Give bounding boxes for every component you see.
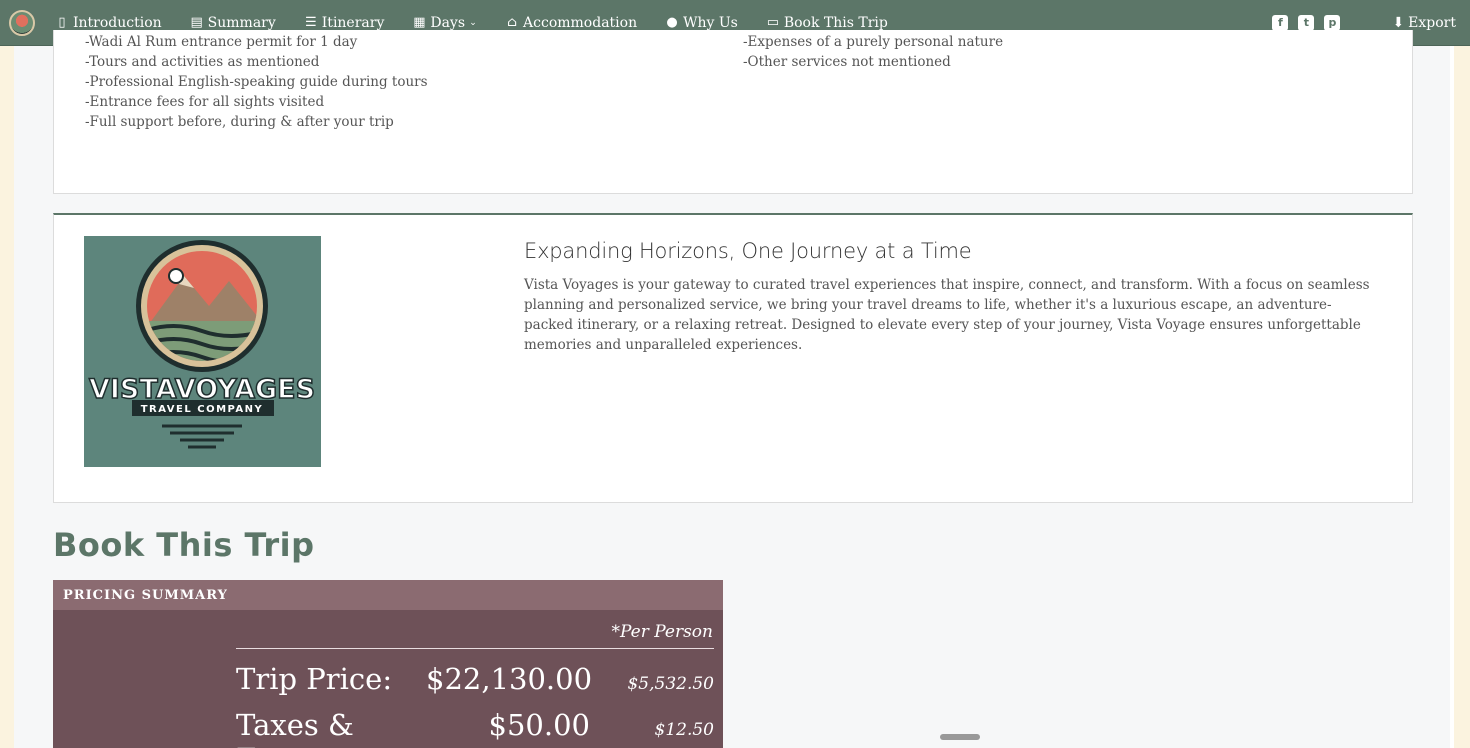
- list-icon: ☰: [304, 15, 317, 30]
- nav-itinerary-label: Itinerary: [321, 14, 385, 31]
- list-item: -Full support before, during & after you…: [85, 114, 394, 130]
- list-item: -Professional English-speaking guide dur…: [85, 74, 428, 90]
- chevron-down-icon: ⌄: [469, 17, 477, 28]
- export-label: Export: [1408, 14, 1456, 31]
- company-about-panel: VISTAVOYAGES TRAVEL COMPANY Expanding Ho…: [53, 213, 1413, 503]
- scroll-handle[interactable]: [940, 734, 980, 740]
- list-item: -Other services not mentioned: [743, 54, 951, 70]
- twitter-icon[interactable]: t: [1298, 14, 1315, 31]
- about-body: Vista Voyages is your gateway to curated…: [524, 277, 1370, 353]
- price-row-trip: Trip Price: $22,130.00 $5,532.50: [236, 662, 714, 702]
- list-item: -Expenses of a purely personal nature: [743, 34, 1004, 50]
- nav-book-this-trip-label: Book This Trip: [783, 14, 888, 31]
- price-row-taxes: Taxes & Fees: $50.00 $12.50: [236, 708, 714, 748]
- price-label: Taxes & Fees:: [236, 708, 354, 748]
- nav-summary-label: Summary: [207, 14, 276, 31]
- comment-icon: ●: [666, 15, 678, 30]
- includes-panel: -Wadi Al Rum entrance permit for 1 day -…: [53, 30, 1413, 194]
- export-button[interactable]: ⬇ Export: [1392, 15, 1456, 31]
- included-list: -Wadi Al Rum entrance permit for 1 day -…: [85, 32, 428, 132]
- list-item: -Entrance fees for all sights visited: [85, 94, 325, 110]
- credit-card-icon: ▭: [766, 15, 779, 30]
- company-logo: VISTAVOYAGES TRAVEL COMPANY: [84, 236, 321, 467]
- nav-introduction-label: Introduction: [73, 14, 162, 31]
- list-item: -Tours and activities as mentioned: [85, 54, 320, 70]
- price-label: Trip Price:: [236, 662, 393, 696]
- nav-days-label: Days: [430, 14, 466, 31]
- about-title: Expanding Horizons, One Journey at a Tim…: [524, 239, 972, 263]
- about-text-block: Expanding Horizons, One Journey at a Tim…: [524, 239, 1374, 355]
- vista-voyages-logo-icon: VISTAVOYAGES TRAVEL COMPANY: [84, 236, 321, 467]
- nav-accommodation-label: Accommodation: [523, 14, 638, 31]
- per-person-note: *Per Person: [611, 622, 713, 642]
- price-per-person: $12.50: [654, 720, 714, 740]
- left-decorative-strip: [0, 46, 14, 748]
- logo-tagline-text: TRAVEL COMPANY: [141, 404, 264, 415]
- right-decorative-strip: [1450, 46, 1470, 748]
- download-icon: ⬇: [1392, 14, 1405, 31]
- price-per-person: $5,532.50: [627, 674, 714, 694]
- pricing-summary-card: PRICING SUMMARY *Per Person Trip Price: …: [53, 580, 723, 748]
- pinterest-icon[interactable]: p: [1324, 14, 1341, 31]
- calendar-icon: ▦: [413, 15, 426, 30]
- excluded-list: -Expenses of a purely personal nature -O…: [743, 32, 1003, 72]
- price-amount: $50.00: [488, 708, 590, 742]
- list-alt-icon: ▤: [190, 15, 203, 30]
- book-open-icon: ▯: [58, 15, 66, 30]
- nav-why-us-label: Why Us: [683, 14, 738, 31]
- home-icon: ⌂: [507, 15, 517, 30]
- price-amount: $22,130.00: [426, 662, 593, 696]
- pricing-summary-header: PRICING SUMMARY: [53, 580, 723, 610]
- facebook-icon[interactable]: f: [1272, 14, 1289, 31]
- list-item: -Wadi Al Rum entrance permit for 1 day: [85, 34, 358, 50]
- brand-logo-icon[interactable]: [9, 9, 35, 36]
- pricing-divider: [236, 648, 714, 649]
- book-this-trip-heading: Book This Trip: [53, 526, 315, 564]
